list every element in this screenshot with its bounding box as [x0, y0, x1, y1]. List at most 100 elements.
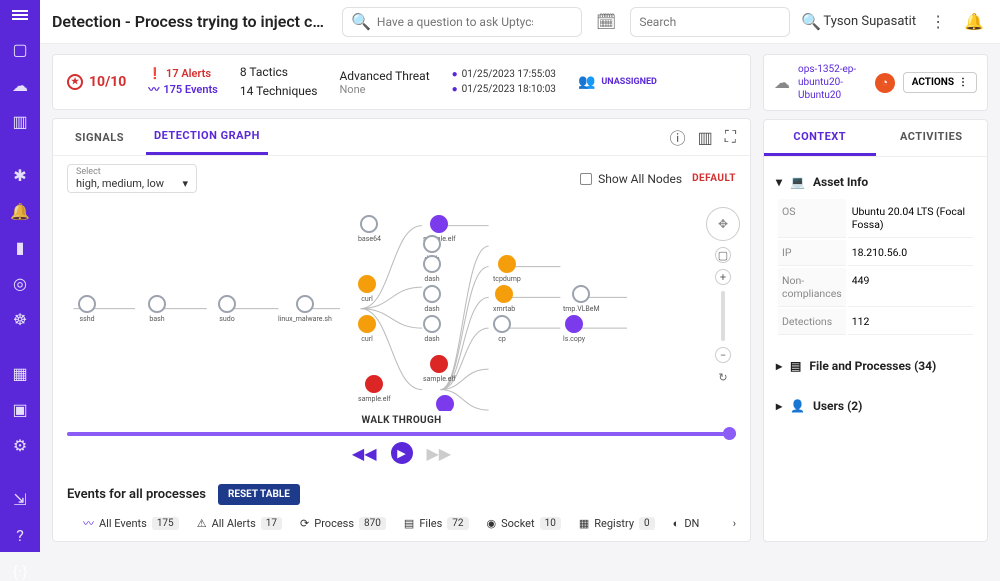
barcode-icon[interactable]: ▥	[11, 112, 29, 130]
tab-dn[interactable]: ◐DN	[673, 517, 700, 530]
node-tmp[interactable]: tmp.VLBeM	[563, 285, 600, 313]
tab-files[interactable]: ▤Files72	[404, 517, 469, 530]
dashboard-icon[interactable]: ▦	[11, 364, 29, 382]
default-link[interactable]: DEFAULT	[692, 173, 736, 184]
time-end: ●01/25/2023 18:10:03	[452, 84, 556, 95]
tab-context[interactable]: CONTEXT	[764, 120, 876, 156]
menu-icon[interactable]	[12, 8, 28, 22]
node-xminer[interactable]: xminer.service	[423, 395, 468, 411]
more-icon: ⋮	[958, 77, 968, 88]
asset-header: ☁ ops-1352-ep-ubuntu20-Ubuntu20 ◔ ACTION…	[763, 54, 988, 111]
node-base64[interactable]: base64	[358, 215, 381, 243]
node-curl2[interactable]: curl	[358, 315, 376, 343]
api-icon[interactable]: {·}	[11, 562, 29, 580]
walkthrough-handle[interactable]	[723, 427, 736, 440]
table-row: Detections112	[778, 309, 973, 335]
node-sudo[interactable]: sudo	[218, 295, 236, 323]
download-icon[interactable]: ⇲	[11, 490, 29, 508]
node-bash[interactable]: bash	[148, 295, 166, 323]
graph-canvas[interactable]: sshd bash sudo linux_malware.sh base64 c…	[53, 201, 750, 411]
zoom-controls: ✥ ▢ + − ↻	[706, 207, 740, 385]
assignment[interactable]: 👥 UNASSIGNED	[578, 74, 657, 90]
search-input[interactable]	[639, 15, 795, 29]
pan-control[interactable]: ✥	[706, 207, 740, 241]
fit-icon[interactable]: ▢	[715, 247, 731, 263]
ubuntu-icon: ◔	[875, 73, 895, 93]
tab-all-events[interactable]: 〰All Events175	[83, 515, 179, 531]
robot-icon[interactable]: ☸	[11, 310, 29, 328]
star-icon: ★	[67, 74, 83, 90]
node-dash2[interactable]: dash	[423, 255, 441, 283]
threat-label: Advanced Threat	[339, 69, 429, 83]
node-tcpdump[interactable]: tcpdump	[493, 255, 521, 283]
cloud-icon: ☁	[774, 73, 790, 92]
tab-signals[interactable]: SIGNALS	[67, 121, 132, 154]
topbar: Detection - Process trying to inject co.…	[40, 0, 1000, 44]
node-curl1[interactable]: curl	[358, 275, 376, 303]
fullscreen-icon[interactable]: ⛶	[725, 127, 736, 147]
table-row: OSUbuntu 20.04 LTS (Focal Fossa)	[778, 199, 973, 238]
tab-registry[interactable]: ▦Registry0	[579, 517, 655, 530]
forward-icon[interactable]: ▶▶	[427, 444, 452, 463]
chevron-down-icon: ▾	[182, 177, 188, 190]
show-all-checkbox[interactable]	[580, 173, 592, 185]
chevron-right-icon[interactable]: ›	[733, 517, 736, 530]
zoom-slider[interactable]	[721, 291, 725, 341]
ask-input[interactable]	[377, 15, 533, 29]
node-sshd[interactable]: sshd	[78, 295, 96, 323]
notifications-icon[interactable]: 🔔	[960, 8, 988, 35]
ask-box[interactable]: 🔍	[342, 7, 582, 37]
threat-value: None	[339, 83, 429, 96]
bell-icon[interactable]: 🔔	[11, 202, 29, 220]
tab-detection-graph[interactable]: DETECTION GRAPH	[146, 119, 268, 155]
columns-icon[interactable]: ▥	[698, 128, 713, 147]
tab-activities[interactable]: ACTIVITIES	[876, 120, 988, 156]
actions-button[interactable]: ACTIONS⋮	[903, 72, 977, 93]
zoom-out-icon[interactable]: −	[715, 347, 731, 363]
node-cp[interactable]: cp	[493, 315, 511, 343]
rewind-icon[interactable]: ◀◀	[352, 444, 377, 463]
alerts-count[interactable]: ❗17 Alerts	[148, 66, 218, 83]
play-icon[interactable]: ▶	[391, 442, 413, 464]
section-users[interactable]: ▸ 👤 Users (2)	[776, 391, 975, 421]
asset-name[interactable]: ops-1352-ep-ubuntu20-Ubuntu20	[798, 63, 867, 102]
cloud-icon[interactable]: ☁	[11, 76, 29, 94]
zoom-in-icon[interactable]: +	[715, 269, 731, 285]
clipboard-icon[interactable]: ▮	[11, 238, 29, 256]
node-dash4[interactable]: dash	[423, 315, 441, 343]
node-sample3[interactable]: sample.elf	[423, 355, 456, 383]
laptop-icon: 💻	[790, 175, 805, 189]
help-circle-icon[interactable]: ⓘ	[670, 125, 686, 149]
node-sample2[interactable]: sample.elf	[358, 375, 391, 403]
bug-icon[interactable]: ✱	[11, 166, 29, 184]
events-count[interactable]: 〰175 Events	[148, 82, 218, 99]
node-xmrtab[interactable]: xmrtab	[493, 285, 515, 313]
node-dash3[interactable]: dash	[423, 285, 441, 313]
section-file-processes[interactable]: ▸ ▤ File and Processes (34)	[776, 351, 975, 381]
tab-all-alerts[interactable]: ⚠All Alerts17	[197, 517, 282, 530]
calendar-icon[interactable]: 🗓	[592, 8, 620, 35]
table-row: Non-compliances449	[778, 268, 973, 307]
monitor-icon[interactable]: ▢	[11, 40, 29, 58]
save-icon[interactable]: ▣	[11, 400, 29, 418]
target-icon[interactable]: ◎	[11, 274, 29, 292]
user-name[interactable]: Tyson Supasatit	[823, 14, 916, 29]
tab-socket[interactable]: ◉Socket10	[487, 517, 561, 530]
reset-table-button[interactable]: RESET TABLE	[218, 484, 300, 505]
left-sidebar: ▢ ☁ ▥ ✱ 🔔 ▮ ◎ ☸ ▦ ▣ ⚙ ⇲ ? {·}	[0, 0, 40, 552]
main: Detection - Process trying to inject co.…	[40, 0, 1000, 552]
table-row: IP18.210.56.0	[778, 240, 973, 266]
tab-process[interactable]: ⟳Process870	[300, 517, 386, 530]
context-panel: CONTEXT ACTIVITIES ▾ 💻 Asset Info OSUbun…	[763, 119, 988, 542]
walkthrough-track[interactable]	[67, 432, 736, 436]
severity-select[interactable]: Select high, medium, low▾	[67, 164, 197, 193]
search-box[interactable]: 🔍	[630, 7, 790, 37]
node-lmsh[interactable]: linux_malware.sh	[278, 295, 332, 323]
help-icon[interactable]: ?	[11, 526, 29, 544]
chevron-right-icon: ▸	[776, 399, 782, 413]
more-icon[interactable]: ⋮	[926, 8, 950, 35]
node-lscopy[interactable]: ls.copy	[563, 315, 585, 343]
section-asset-info[interactable]: ▾ 💻 Asset Info	[776, 167, 975, 197]
refresh-icon[interactable]: ↻	[715, 369, 731, 385]
gear-icon[interactable]: ⚙	[11, 436, 29, 454]
